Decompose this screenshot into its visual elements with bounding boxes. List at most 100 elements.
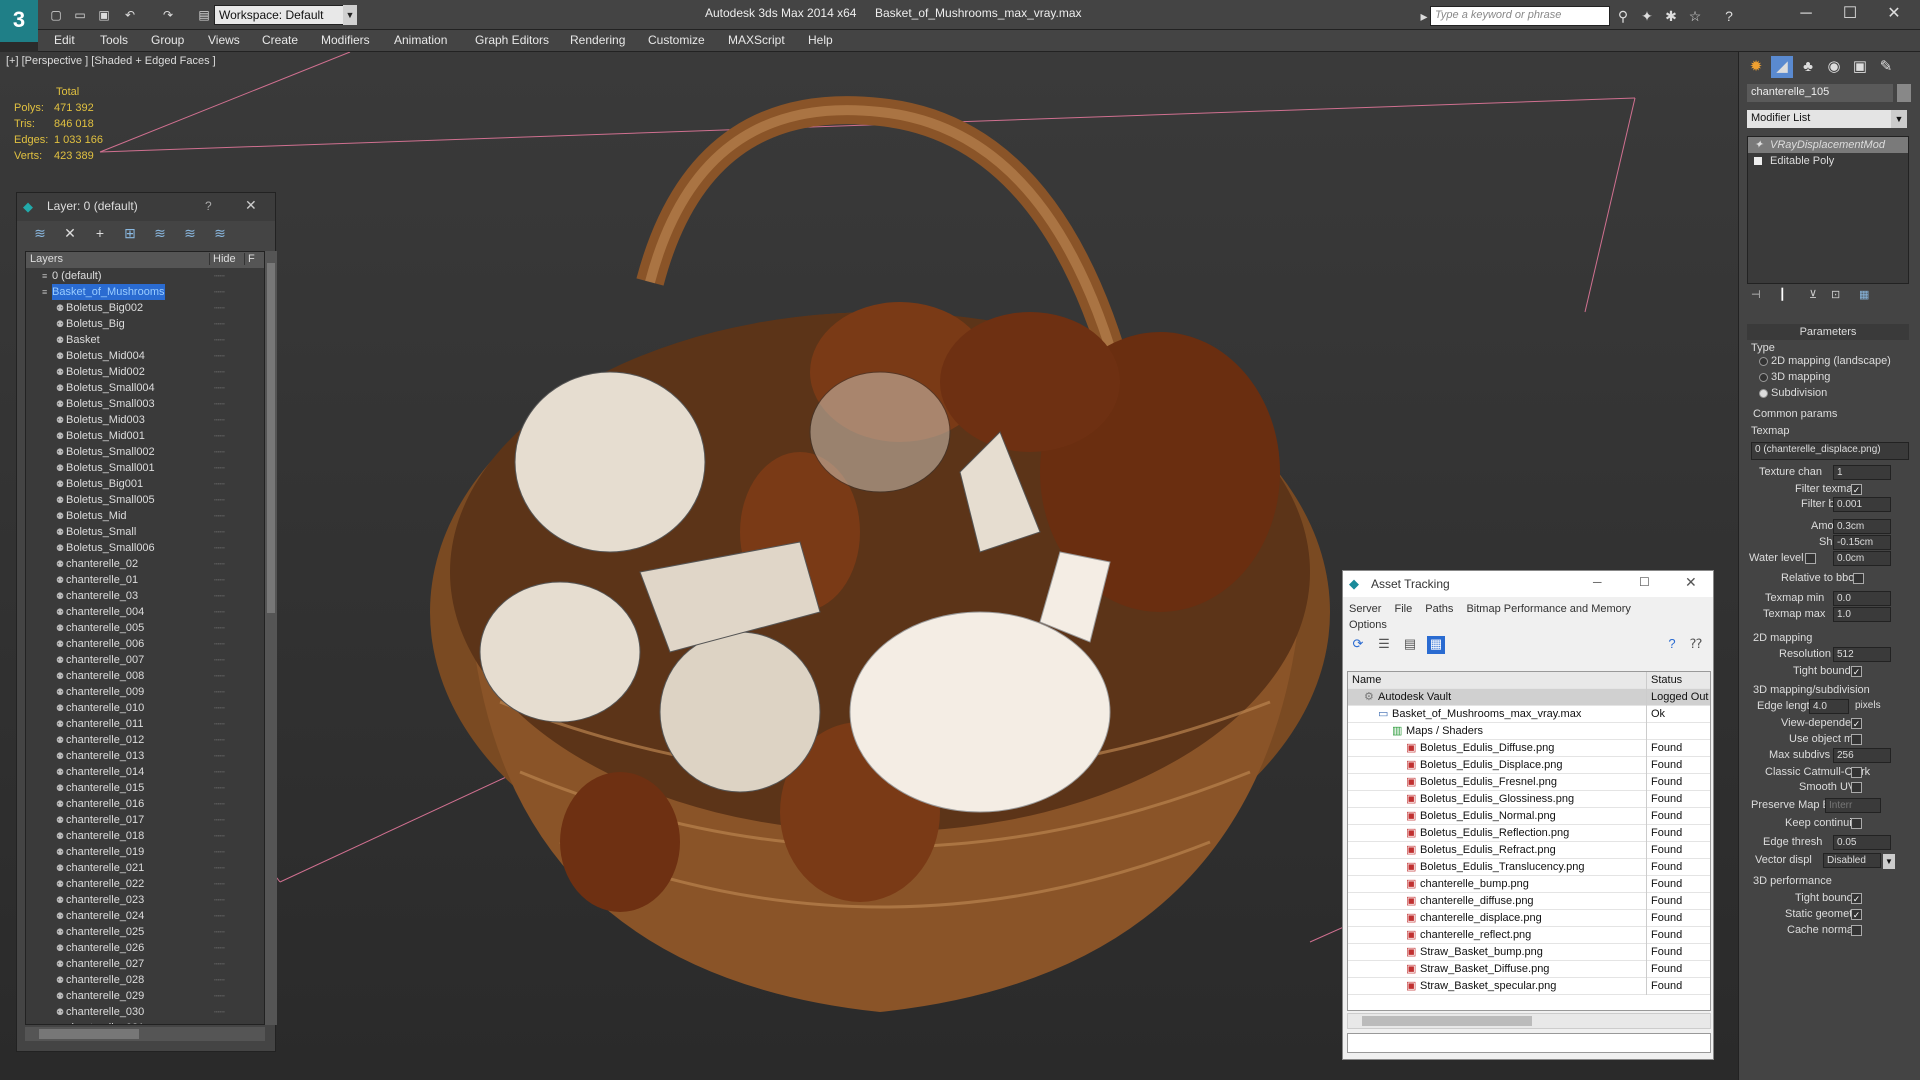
layer-row[interactable]: ⚉chanterelle_031 ┄┄ xyxy=(26,1020,264,1024)
refresh-icon[interactable]: ⟳ xyxy=(1349,636,1367,654)
texmap-button[interactable]: 0 (chanterelle_displace.png) xyxy=(1751,442,1909,460)
layer-row[interactable]: ⚉ chanterelle_027 ┄┄ xyxy=(26,956,264,972)
amount-spinner[interactable]: 0.3cm xyxy=(1833,519,1891,534)
layer-row[interactable]: ⚉ chanterelle_019 ┄┄ xyxy=(26,844,264,860)
layer-row[interactable]: ⚉ Boletus_Small004 ┄┄ xyxy=(26,380,264,396)
asset-row[interactable]: ▣ Boletus_Edulis_Refract.png Found xyxy=(1348,842,1710,859)
hide-toggle-icon[interactable]: ┄┄ xyxy=(214,988,225,1004)
stack-item-editable-poly[interactable]: Editable Poly xyxy=(1748,153,1908,169)
asset-row[interactable]: ▣ chanterelle_reflect.png Found xyxy=(1348,927,1710,944)
maximize-icon[interactable]: ☐ xyxy=(1830,2,1870,26)
viewport-label[interactable]: [+] [Perspective ] [Shaded + Edged Faces… xyxy=(6,55,216,67)
asset-path-field[interactable] xyxy=(1347,1033,1711,1053)
display-tab-icon[interactable]: ▣ xyxy=(1849,56,1871,78)
layer-row[interactable]: ⚉ Boletus_Mid004 ┄┄ xyxy=(26,348,264,364)
hide-toggle-icon[interactable]: ┄┄ xyxy=(214,428,225,444)
chevron-down-icon[interactable]: ▼ xyxy=(1883,854,1895,869)
layer-row[interactable]: ⚉ Boletus_Mid002 ┄┄ xyxy=(26,364,264,380)
hide-toggle-icon[interactable]: ┄┄ xyxy=(214,732,225,748)
tight-bounds-checkbox[interactable]: ✓ xyxy=(1851,666,1862,677)
layer-row[interactable]: ⚉ chanterelle_01 ┄┄ xyxy=(26,572,264,588)
layer-row[interactable]: ⚉ Boletus_Mid003 ┄┄ xyxy=(26,412,264,428)
hide-toggle-icon[interactable]: ┄┄ xyxy=(214,908,225,924)
static-geometry-checkbox[interactable]: ✓ xyxy=(1851,909,1862,920)
edge-thresh-spinner[interactable]: 0.05 xyxy=(1833,835,1891,850)
filter-texmap-checkbox[interactable]: ✓ xyxy=(1851,484,1862,495)
help-icon[interactable]: ? xyxy=(205,199,212,213)
asset-row[interactable]: ▣ chanterelle_bump.png Found xyxy=(1348,876,1710,893)
layer-row[interactable]: ⚉ chanterelle_030 ┄┄ xyxy=(26,1004,264,1020)
save-file-icon[interactable]: ▣ xyxy=(96,7,112,23)
menu-modifiers[interactable]: Modifiers xyxy=(321,33,370,47)
stack-item-vraydisplacement[interactable]: ✦ VRayDisplacementMod xyxy=(1748,137,1908,153)
menu-tools[interactable]: Tools xyxy=(100,33,128,47)
asset-row[interactable]: ▣ Boletus_Edulis_Displace.png Found xyxy=(1348,757,1710,774)
hide-toggle-icon[interactable]: ┄┄ xyxy=(214,396,225,412)
hide-toggle-icon[interactable]: ┄┄ xyxy=(214,844,225,860)
radio-3d-mapping[interactable] xyxy=(1759,373,1768,382)
pin-stack-icon[interactable]: ⊣ xyxy=(1751,288,1761,301)
layer-row[interactable]: ⚉ Basket ┄┄ xyxy=(26,332,264,348)
layer-row[interactable]: ⚉ Boletus_Big002 ┄┄ xyxy=(26,300,264,316)
hide-toggle-icon[interactable]: ┄┄ xyxy=(214,748,225,764)
hide-toggle-icon[interactable]: ┄┄ xyxy=(214,700,225,716)
layer-row[interactable]: ⚉ Boletus_Small002 ┄┄ xyxy=(26,444,264,460)
asset-row[interactable]: ▣ Boletus_Edulis_Diffuse.png Found xyxy=(1348,740,1710,757)
layer-row[interactable]: ⚉ chanterelle_029 ┄┄ xyxy=(26,988,264,1004)
hide-toggle-icon[interactable]: ┄┄ xyxy=(214,332,225,348)
minimize-icon[interactable]: ─ xyxy=(1593,575,1602,589)
hide-toggle-icon[interactable]: ┄┄ xyxy=(214,268,225,284)
hide-toggle-icon[interactable]: ┄┄ xyxy=(214,300,225,316)
list-view-icon[interactable]: ☰ xyxy=(1375,636,1393,654)
layer-list-scrollbar[interactable] xyxy=(265,251,277,1025)
workspace-dropdown[interactable]: Workspace: Default xyxy=(214,5,354,25)
show-end-result-icon[interactable]: ┃ xyxy=(1779,288,1786,301)
modifier-list-dropdown[interactable]: Modifier List xyxy=(1747,110,1907,128)
layer-row[interactable]: ⚉ chanterelle_022 ┄┄ xyxy=(26,876,264,892)
hide-toggle-icon[interactable]: ┄┄ xyxy=(214,924,225,940)
hide-toggle-icon[interactable]: ┄┄ xyxy=(214,716,225,732)
layer-window-titlebar[interactable]: ◆ Layer: 0 (default) ? ✕ xyxy=(17,193,275,221)
keep-continuity-checkbox[interactable] xyxy=(1851,818,1862,829)
hide-toggle-icon[interactable]: ┄┄ xyxy=(214,972,225,988)
hide-toggle-icon[interactable]: ┄┄ xyxy=(214,956,225,972)
layer-row[interactable]: ⚉ chanterelle_008 ┄┄ xyxy=(26,668,264,684)
resolution-spinner[interactable]: 512 xyxy=(1833,647,1891,662)
hide-toggle-icon[interactable]: ┄┄ xyxy=(214,780,225,796)
menu-group[interactable]: Group xyxy=(151,33,184,47)
asset-row[interactable]: ▣ Straw_Basket_Diffuse.png Found xyxy=(1348,961,1710,978)
hide-toggle-icon[interactable]: ┄┄ xyxy=(214,604,225,620)
highlight-layer-icon[interactable]: ≋ xyxy=(151,225,169,243)
create-tab-icon[interactable]: ✹ xyxy=(1745,56,1767,78)
use-object-mtl-checkbox[interactable] xyxy=(1851,734,1862,745)
make-unique-icon[interactable]: ⊻ xyxy=(1809,288,1817,301)
asset-row[interactable]: ▣ Straw_Basket_bump.png Found xyxy=(1348,944,1710,961)
menu-edit[interactable]: Edit xyxy=(54,33,75,47)
col-freeze[interactable]: F xyxy=(244,253,255,265)
layer-row[interactable]: ⚉ Boletus_Mid001 ┄┄ xyxy=(26,428,264,444)
radio-subdivision[interactable] xyxy=(1759,389,1768,398)
menu-animation[interactable]: Animation xyxy=(394,33,447,47)
layer-row[interactable]: ⚉ chanterelle_005 ┄┄ xyxy=(26,620,264,636)
table-view-icon[interactable]: ▦ xyxy=(1427,636,1445,654)
water-level-spinner[interactable]: 0.0cm xyxy=(1833,551,1891,566)
hide-toggle-icon[interactable]: ┄┄ xyxy=(214,636,225,652)
shift-spinner[interactable]: -0.15cm xyxy=(1833,535,1891,550)
maximize-icon[interactable]: ☐ xyxy=(1639,575,1650,589)
lightbulb-icon[interactable]: ✦ xyxy=(1754,137,1763,153)
layer-row[interactable]: ⚉ Boletus_Small006 ┄┄ xyxy=(26,540,264,556)
hide-toggle-icon[interactable]: ┄┄ xyxy=(214,764,225,780)
close-icon[interactable]: ✕ xyxy=(245,197,257,214)
new-file-icon[interactable]: ▢ xyxy=(48,7,64,23)
asset-menu-options[interactable]: Options xyxy=(1349,619,1387,631)
communication-icon[interactable]: ✱ xyxy=(1662,7,1680,25)
texmap-max-spinner[interactable]: 1.0 xyxy=(1833,607,1891,622)
hide-toggle-icon[interactable]: ┄┄ xyxy=(214,572,225,588)
relative-bbox-checkbox[interactable] xyxy=(1853,573,1864,584)
undo-icon[interactable]: ↶ xyxy=(122,7,138,23)
layer-row[interactable]: ⚉ chanterelle_03 ┄┄ xyxy=(26,588,264,604)
texmap-min-spinner[interactable]: 0.0 xyxy=(1833,591,1891,606)
layer-row[interactable]: ⚉ Boletus_Mid ┄┄ xyxy=(26,508,264,524)
layer-row[interactable]: ⚉ Boletus_Small001 ┄┄ xyxy=(26,460,264,476)
asset-menu-file[interactable]: File xyxy=(1394,603,1412,615)
